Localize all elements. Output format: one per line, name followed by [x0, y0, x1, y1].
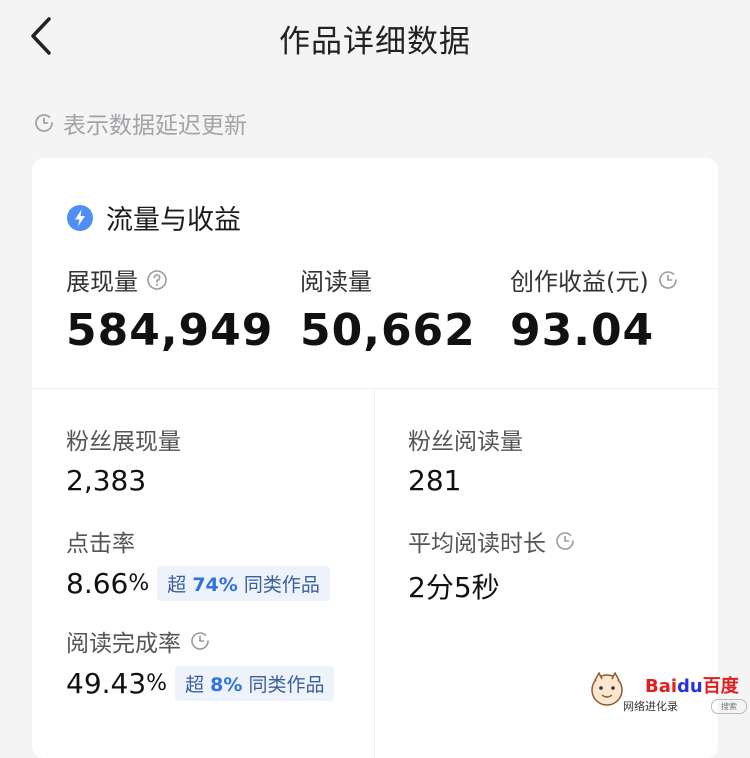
section-title: 流量与收益 [66, 198, 241, 237]
fan-reads-metric: 粉丝阅读量 281 [408, 422, 523, 497]
earnings-label: 创作收益(元) [510, 268, 649, 296]
earnings-value: 93.04 [510, 305, 655, 356]
earnings-metric: 创作收益(元) 93.04 [510, 262, 679, 356]
logo-part: 百度 [702, 676, 739, 697]
impressions-label: 展现量 [66, 268, 138, 296]
page-title: 作品详细数据 [279, 24, 471, 60]
ctr-value: 8.66 [66, 567, 129, 600]
ctr-label: 点击率 [66, 531, 135, 557]
tag-percentile: 74% [192, 574, 238, 596]
reads-label: 阅读量 [300, 268, 372, 296]
divider [374, 388, 375, 758]
clock-icon [191, 632, 209, 650]
question-circle-icon[interactable] [146, 269, 168, 291]
avg-read-time-label: 平均阅读时长 [408, 531, 546, 557]
tag-suffix: 同类作品 [248, 674, 325, 696]
completion-rank-tag: 超 8% 同类作品 [175, 666, 335, 701]
fan-reads-value: 281 [408, 464, 462, 497]
baidu-logo: Baidu百度 [645, 672, 739, 698]
fan-impressions-value: 2,383 [66, 464, 147, 497]
tag-prefix: 超 [167, 574, 187, 596]
completion-metric: 阅读完成率 49.43% 超 8% 同类作品 [66, 624, 335, 701]
completion-label: 阅读完成率 [66, 631, 181, 657]
lightning-badge-icon [67, 204, 93, 231]
impressions-metric: 展现量 584,949 [66, 262, 273, 356]
fan-impressions-metric: 粉丝展现量 2,383 [66, 422, 181, 497]
avg-read-time-value: 2分5秒 [408, 571, 500, 604]
tag-suffix: 同类作品 [243, 574, 320, 596]
avg-read-time-metric: 平均阅读时长 2分5秒 [408, 524, 576, 606]
watermark-search: 搜索 [711, 699, 747, 714]
section-title-text: 流量与收益 [106, 205, 241, 236]
watermark-caption: 网络进化录 [623, 700, 678, 713]
tag-prefix: 超 [185, 674, 205, 696]
logo-part: du [677, 676, 703, 697]
completion-unit: % [146, 671, 168, 696]
tag-percentile: 8% [210, 674, 243, 696]
reads-value: 50,662 [300, 305, 476, 356]
delay-notice: 表示数据延迟更新 [33, 108, 247, 139]
reads-metric: 阅读量 50,662 [300, 262, 476, 356]
baidu-watermark: Baidu百度 网络进化录 搜索 [585, 666, 750, 716]
clock-icon [35, 114, 53, 132]
clock-icon [658, 270, 677, 289]
clock-icon [556, 532, 574, 550]
mascot-icon [591, 671, 623, 706]
divider [32, 388, 718, 389]
fan-reads-label: 粉丝阅读量 [408, 429, 523, 455]
impressions-value: 584,949 [66, 305, 274, 356]
ctr-metric: 点击率 8.66% 超 74% 同类作品 [66, 524, 330, 601]
ctr-unit: % [128, 571, 150, 596]
logo-part: Bai [645, 676, 678, 697]
fan-impressions-label: 粉丝展现量 [66, 429, 181, 455]
delay-notice-text: 表示数据延迟更新 [63, 113, 247, 139]
ctr-rank-tag: 超 74% 同类作品 [157, 566, 330, 601]
completion-value: 49.43 [66, 667, 147, 700]
top-bar: 作品详细数据 [0, 0, 750, 80]
